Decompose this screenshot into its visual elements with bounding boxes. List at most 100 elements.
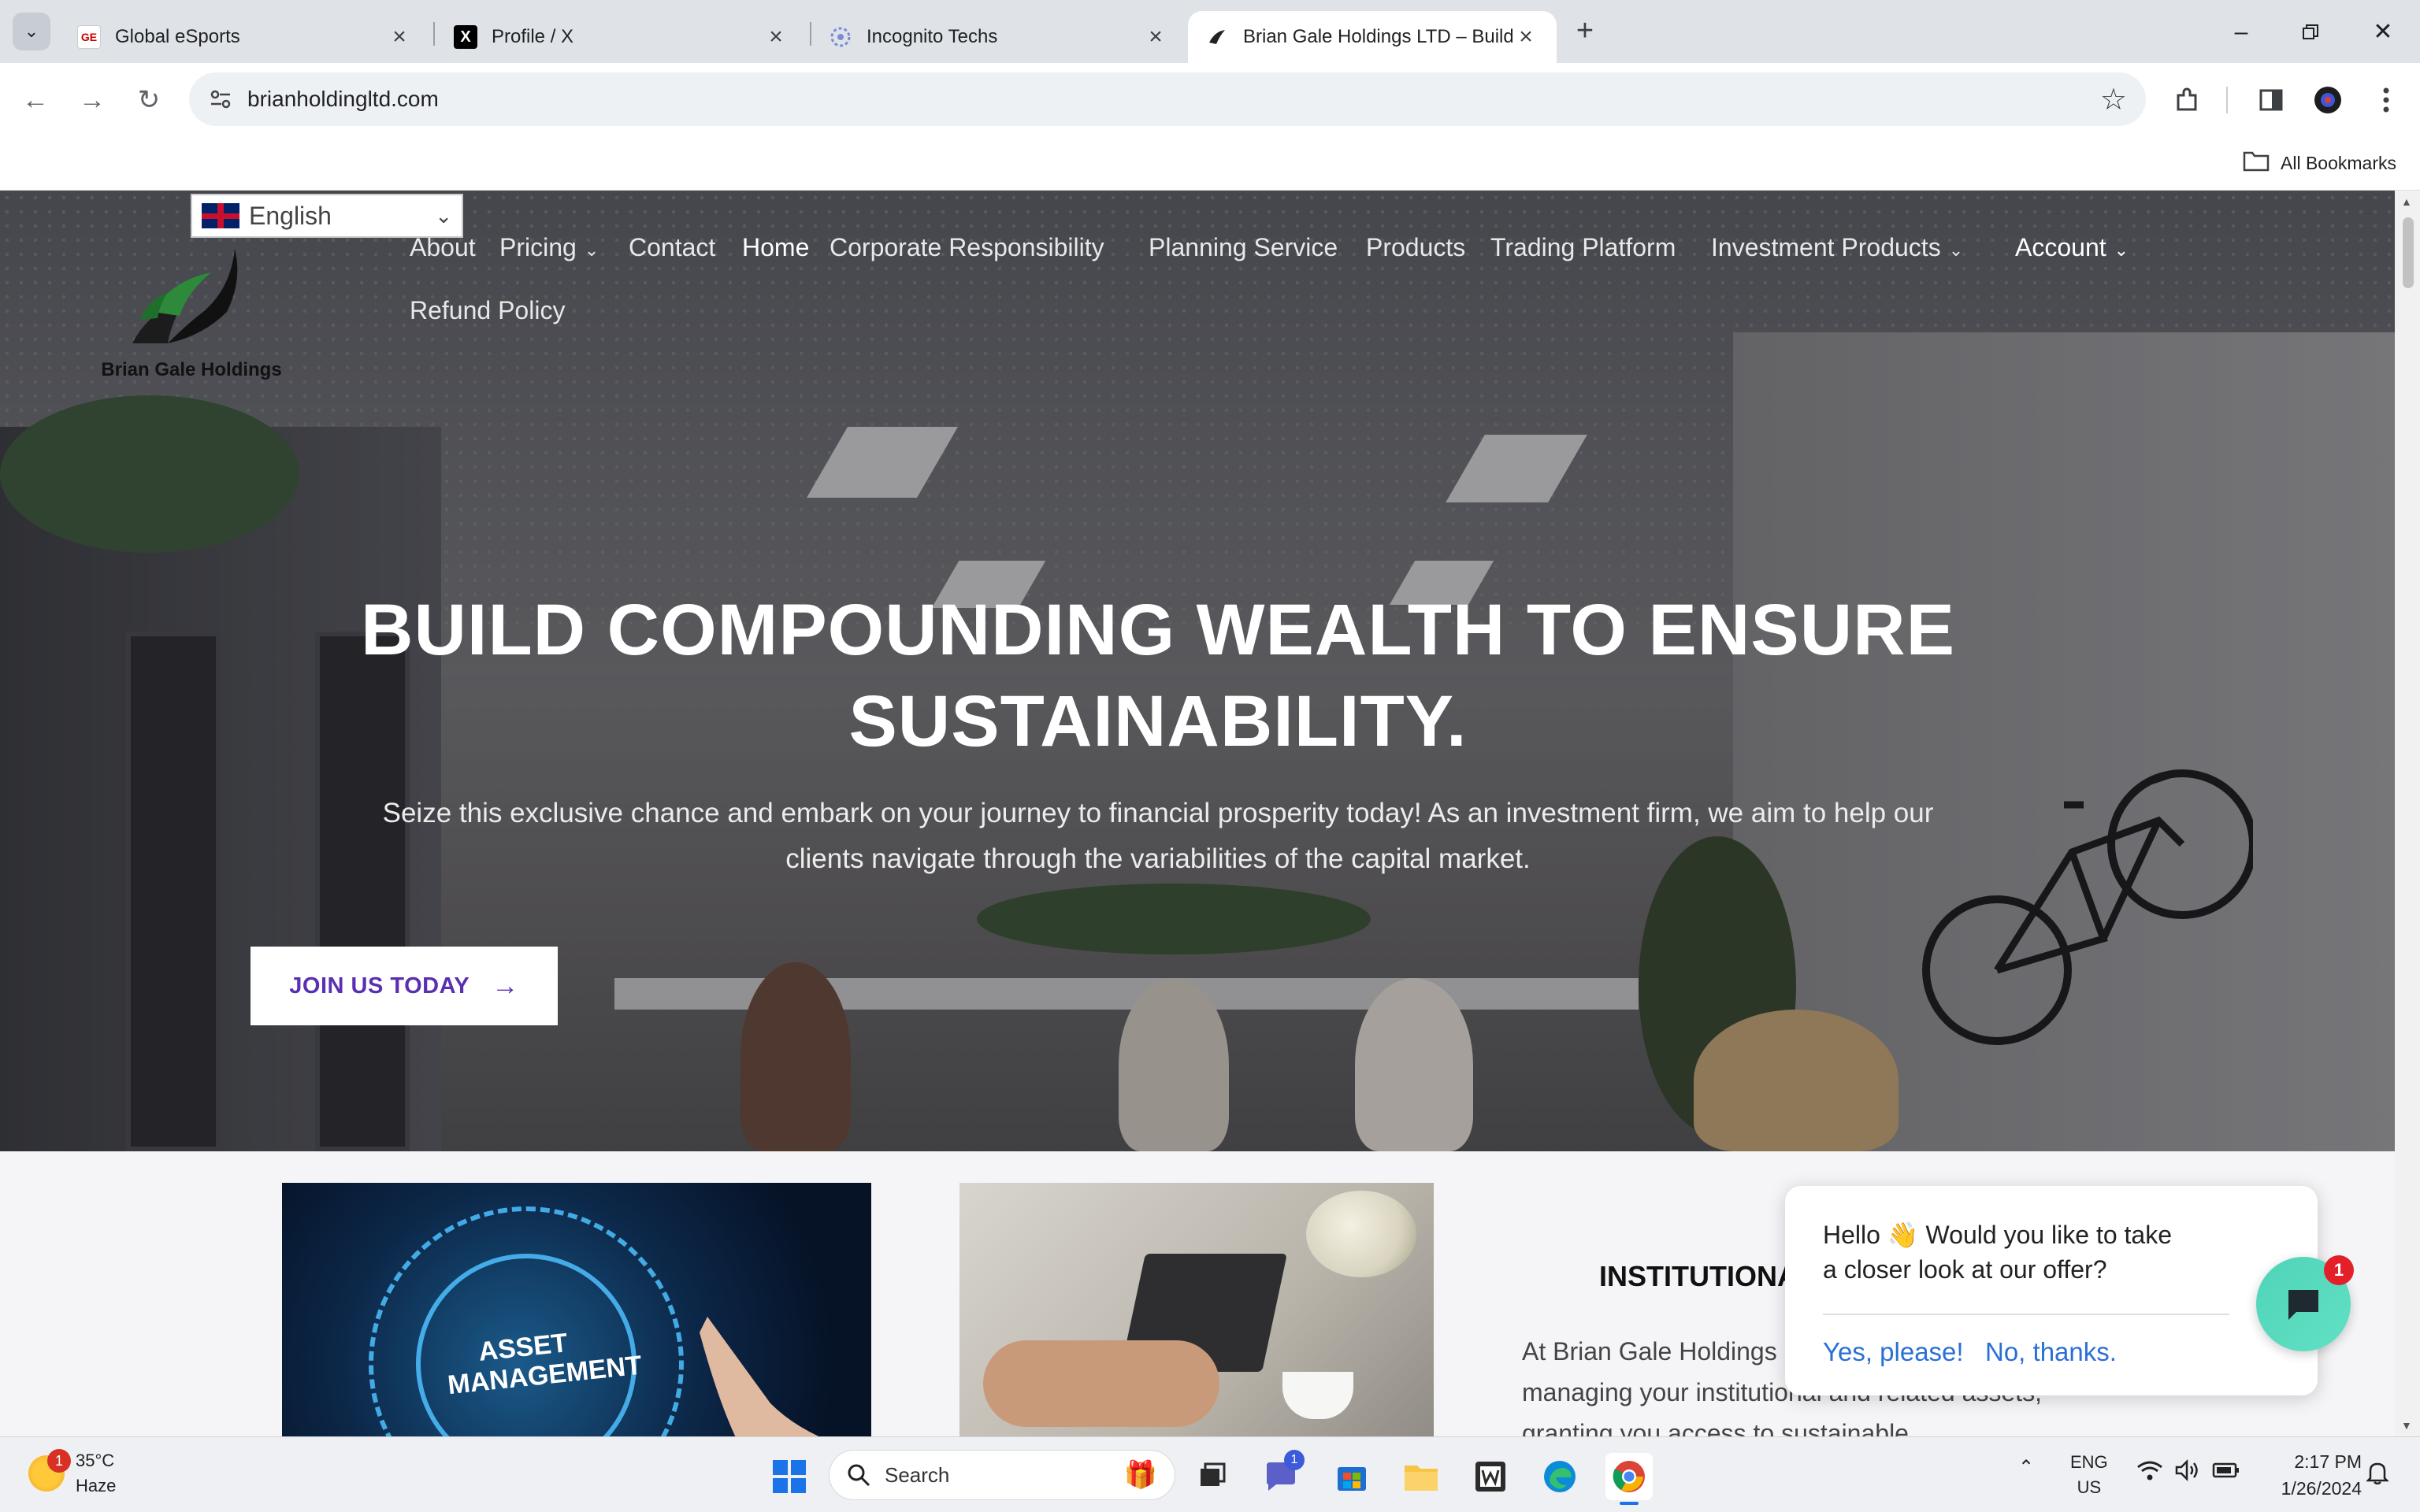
teams-badge: 1 xyxy=(1284,1450,1305,1470)
battery-icon[interactable] xyxy=(2212,1461,2240,1484)
windows-logo-icon xyxy=(773,1460,806,1493)
site-settings-icon[interactable] xyxy=(208,87,233,112)
task-view-button[interactable] xyxy=(1188,1453,1235,1500)
chrome-browser-button[interactable] xyxy=(1605,1453,1653,1505)
taskbar-search[interactable]: Search 🎁 xyxy=(829,1450,1175,1500)
task-view-icon xyxy=(1201,1462,1226,1486)
edge-browser-button[interactable] xyxy=(1536,1453,1583,1500)
show-hidden-icons-button[interactable]: ⌃ xyxy=(2018,1456,2034,1479)
wumpus-app-icon xyxy=(1475,1462,1505,1492)
nav-item-refund-policy[interactable]: Refund Policy xyxy=(410,296,565,325)
page-scrollbar[interactable]: ▲ ▼ xyxy=(2395,191,2420,1436)
nav-item-home[interactable]: Home xyxy=(742,233,809,262)
x-logo-icon: X xyxy=(454,25,477,49)
active-app-indicator xyxy=(1620,1502,1639,1505)
nav-item-about[interactable]: About xyxy=(410,233,476,262)
all-bookmarks-button[interactable]: All Bookmarks xyxy=(2243,150,2396,176)
reload-button[interactable]: ↻ xyxy=(129,80,169,120)
weather-temp: 35°C xyxy=(76,1451,115,1470)
input-language-indicator[interactable]: ENG US xyxy=(2070,1450,2108,1500)
side-panel-icon[interactable] xyxy=(2253,82,2289,118)
restore-button[interactable] xyxy=(2289,11,2332,54)
wifi-icon[interactable] xyxy=(2136,1459,2163,1486)
chevron-down-icon: ⌄ xyxy=(1948,240,1964,260)
chevron-down-icon: ⌄ xyxy=(584,240,599,260)
chat-message-line: Hello 👋 Would you like to take xyxy=(1823,1221,2173,1249)
page-viewport: English ⌄ Brian Gale Holdings About Pric… xyxy=(0,191,2395,1436)
file-explorer-button[interactable] xyxy=(1397,1453,1445,1500)
extensions-icon[interactable] xyxy=(2169,82,2206,118)
forward-button[interactable]: → xyxy=(72,80,112,120)
tab-global-esports[interactable]: GE Global eSports × xyxy=(60,11,430,63)
nav-item-investment-products[interactable]: Investment Products ⌄ xyxy=(1711,233,1963,262)
flowers-decor xyxy=(1306,1191,1416,1277)
tab-profile-x[interactable]: X Profile / X × xyxy=(436,11,807,63)
tab-title: Incognito Techs xyxy=(867,26,998,47)
nav-item-products[interactable]: Products xyxy=(1366,233,1465,262)
pointing-hand-icon xyxy=(700,1317,819,1436)
chat-notification-badge: 1 xyxy=(2324,1255,2354,1285)
tab-title: Brian Gale Holdings LTD – Build xyxy=(1243,26,1512,47)
notification-bell-icon[interactable] xyxy=(2365,1461,2390,1489)
lang-line: ENG xyxy=(2070,1452,2108,1472)
system-clock[interactable]: 2:17 PM 1/26/2024 xyxy=(2251,1448,2362,1502)
close-tab-icon[interactable]: × xyxy=(386,24,413,50)
windows-start-button[interactable] xyxy=(766,1453,813,1500)
institutional-text-line: At Brian Gale Holdings xyxy=(1522,1337,1777,1366)
profile-avatar[interactable] xyxy=(2310,82,2346,118)
nav-item-trading-platform[interactable]: Trading Platform xyxy=(1490,233,1676,262)
gift-icon: 🎁 xyxy=(1123,1460,1157,1490)
close-tab-icon[interactable]: × xyxy=(763,24,789,50)
tab-search-button[interactable]: ⌄ xyxy=(13,13,50,50)
chat-bubble-icon xyxy=(2288,1290,2318,1320)
minimize-button[interactable]: – xyxy=(2220,11,2262,54)
scroll-down-icon[interactable]: ▼ xyxy=(2401,1419,2412,1432)
address-bar[interactable]: brianholdingltd.com ☆ xyxy=(189,72,2146,126)
logo-text: Brian Gale Holdings xyxy=(101,359,282,380)
nav-item-planning-service[interactable]: Planning Service xyxy=(1149,233,1338,262)
browser-menu-icon[interactable] xyxy=(2368,82,2404,118)
arm-decor xyxy=(983,1340,1219,1427)
tab-title: Global eSports xyxy=(115,26,240,47)
scrollbar-thumb[interactable] xyxy=(2403,217,2414,288)
folder-icon xyxy=(1405,1466,1438,1491)
weather-text: 35°C Haze xyxy=(76,1448,116,1499)
weather-widget[interactable]: 1 35°C Haze xyxy=(28,1448,116,1499)
chat-yes-button[interactable]: Yes, please! xyxy=(1823,1337,1964,1367)
back-button[interactable]: ← xyxy=(16,80,55,120)
nav-item-contact[interactable]: Contact xyxy=(629,233,715,262)
chevron-down-icon: ⌄ xyxy=(435,203,452,228)
close-tab-icon[interactable]: × xyxy=(1142,24,1169,50)
notepad-app-button[interactable] xyxy=(1467,1453,1514,1500)
microsoft-store-button[interactable] xyxy=(1328,1453,1375,1500)
taskbar-search-label: Search xyxy=(885,1462,950,1487)
institutional-title: INSTITUTIONAL xyxy=(1599,1260,1815,1292)
hero-title-line: BUILD COMPOUNDING WEALTH TO ENSURE xyxy=(361,590,1955,670)
hero-section: English ⌄ Brian Gale Holdings About Pric… xyxy=(0,191,2395,1151)
nav-label: Trading Platform xyxy=(1490,233,1676,261)
windows-taskbar: 1 35°C Haze Search 🎁 1 ⌃ ENG US 2:17 PM … xyxy=(0,1436,2420,1512)
brian-gale-favicon-icon xyxy=(1205,25,1229,49)
new-tab-button[interactable]: + xyxy=(1568,14,1602,49)
nav-item-account[interactable]: Account ⌄ xyxy=(2015,233,2129,262)
chat-no-button[interactable]: No, thanks. xyxy=(1985,1337,2117,1367)
store-icon xyxy=(1338,1467,1366,1491)
close-tab-icon[interactable]: × xyxy=(1512,24,1539,50)
nav-item-corporate-responsibility[interactable]: Corporate Responsibility xyxy=(830,233,1104,262)
join-us-button[interactable]: JOIN US TODAY → xyxy=(251,947,558,1025)
tab-brian-gale-holdings[interactable]: Brian Gale Holdings LTD – Build × xyxy=(1188,11,1557,63)
hero-title-line: SUSTAINABILITY. xyxy=(848,681,1468,762)
close-window-button[interactable]: ✕ xyxy=(2362,11,2404,54)
nav-label: Pricing xyxy=(499,233,577,261)
site-logo[interactable]: Brian Gale Holdings xyxy=(93,225,290,391)
nav-item-pricing[interactable]: Pricing ⌄ xyxy=(499,233,599,262)
bookmark-star-icon[interactable]: ☆ xyxy=(2100,82,2127,117)
chevron-down-icon: ⌄ xyxy=(24,21,39,41)
volume-icon[interactable] xyxy=(2174,1458,2201,1486)
teams-chat-button[interactable]: 1 xyxy=(1257,1450,1305,1500)
nav-label: Contact xyxy=(629,233,716,261)
all-bookmarks-label: All Bookmarks xyxy=(2281,152,2396,173)
scroll-up-icon[interactable]: ▲ xyxy=(2401,195,2412,208)
chat-popup: Hello 👋 Would you like to take a closer … xyxy=(1785,1186,2318,1395)
tab-incognito-techs[interactable]: Incognito Techs × xyxy=(811,11,1186,63)
